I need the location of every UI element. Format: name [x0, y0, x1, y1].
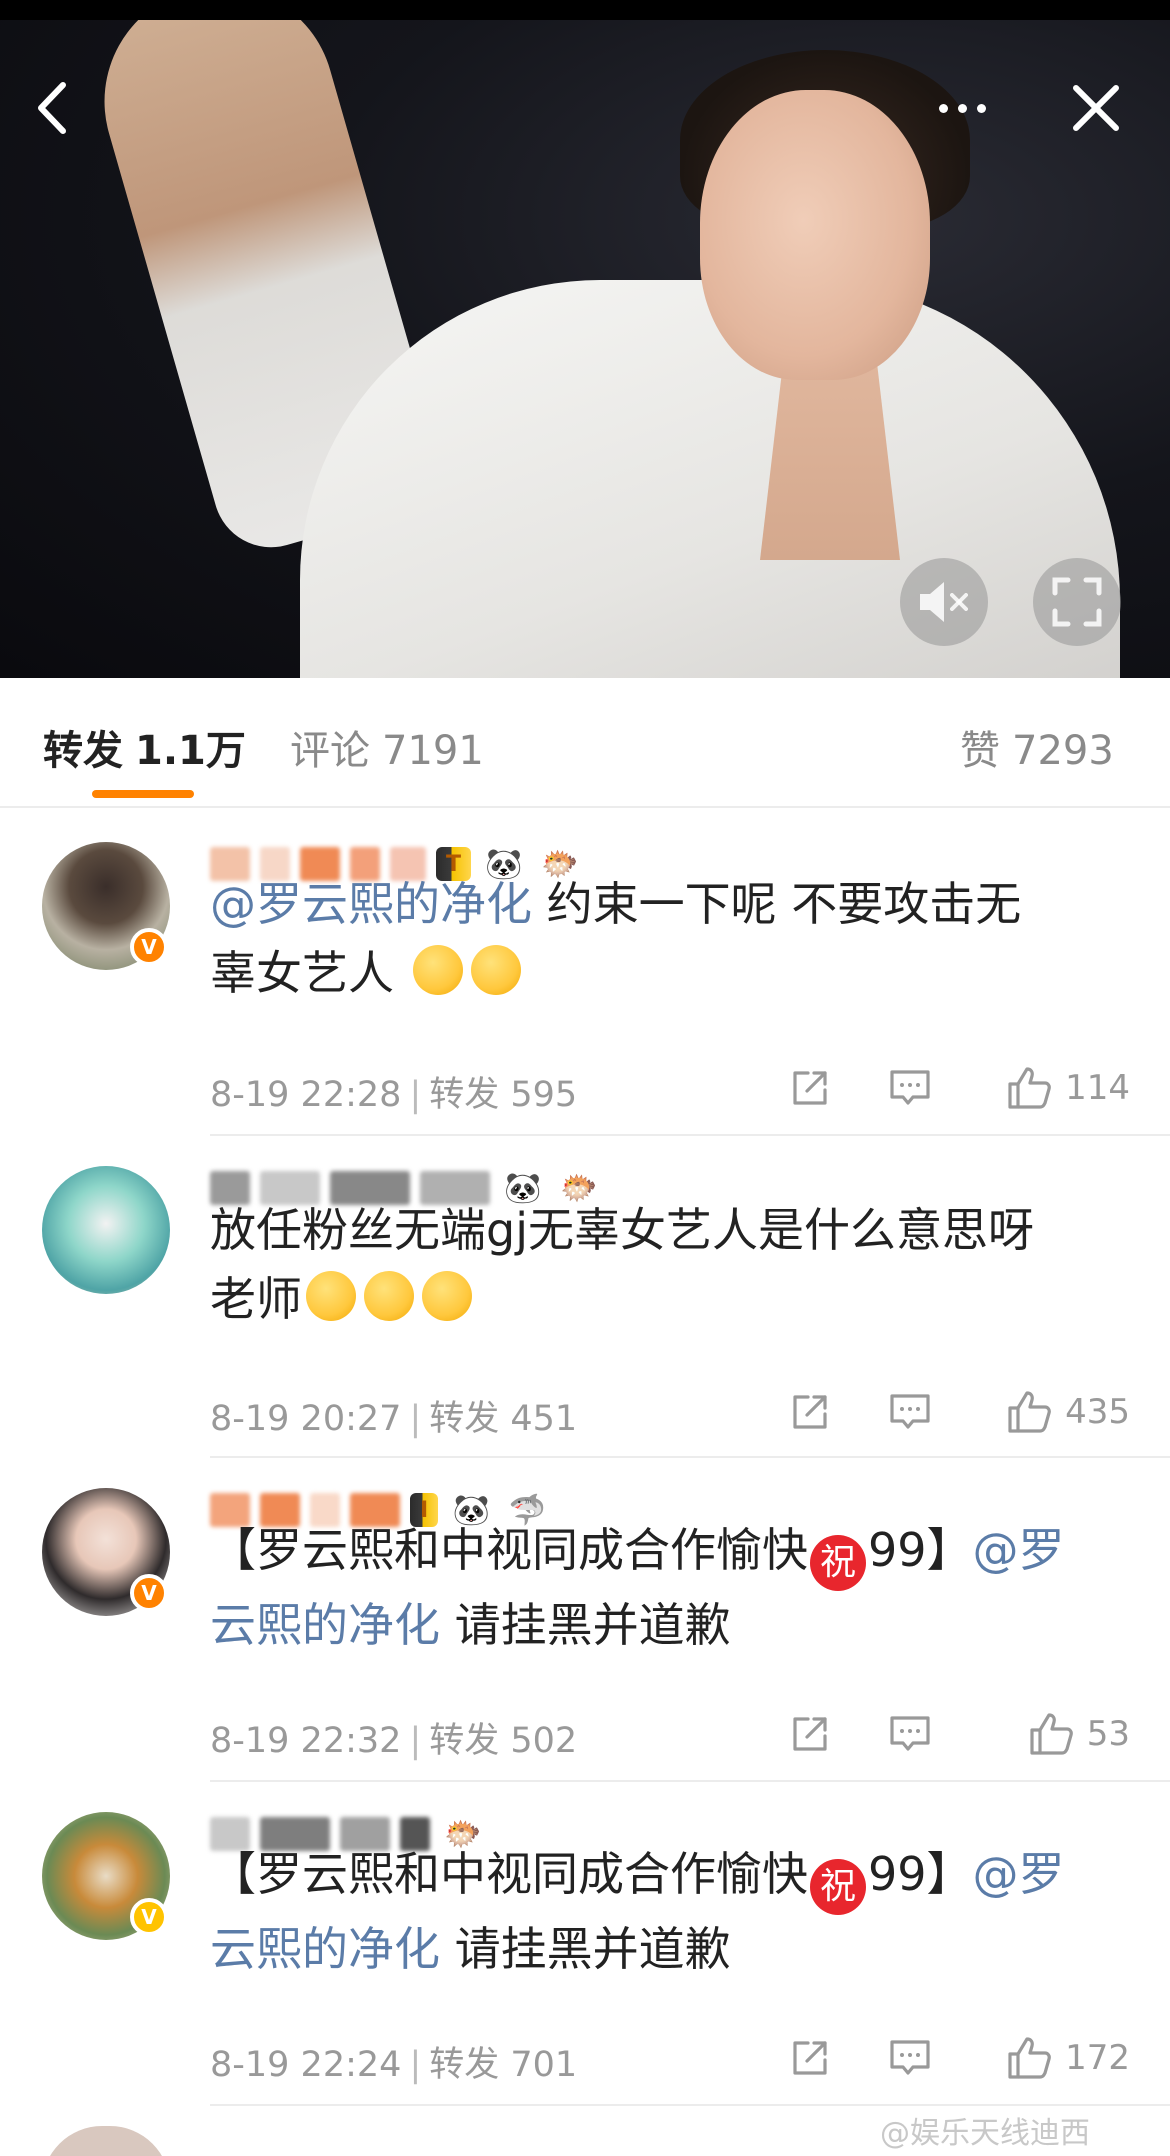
- repost-text: 放任粉丝无端gj无辜女艺人是什么意思呀 老师: [210, 1203, 1034, 1326]
- crying-emoji-icon: [470, 945, 521, 995]
- comment-button[interactable]: [860, 1392, 960, 1432]
- comment-icon: [890, 1070, 930, 1105]
- verified-badge: V: [130, 928, 168, 966]
- repost-text: 【罗云熙和中视同成合作愉快祝 99】@罗 云熙的净化 请挂黑并道歉: [210, 1847, 1065, 1976]
- thumbs-up-icon: [1008, 2037, 1051, 2079]
- zhu-emoji-icon: 祝: [810, 1858, 866, 1915]
- action-bar: 53: [790, 1704, 1130, 1764]
- status-strip: [0, 0, 1170, 20]
- repost-count: 502: [510, 1721, 578, 1761]
- timestamp: 8-19 22:24: [210, 2045, 402, 2085]
- repost-meta: 8-19 22:28 | 转发 595: [210, 1075, 578, 1115]
- shy-emoji-icon: [422, 1271, 472, 1321]
- repost-meta: 8-19 22:24 | 转发 701: [210, 2045, 578, 2085]
- action-bar: 435: [790, 1382, 1130, 1442]
- video-player[interactable]: [0, 20, 1170, 678]
- avatar[interactable]: [42, 2126, 170, 2156]
- like-button[interactable]: 53: [960, 1712, 1130, 1756]
- comment-icon: [890, 1394, 930, 1429]
- mention-link[interactable]: 云熙的净化: [210, 1598, 440, 1652]
- action-bar: 172: [790, 2028, 1130, 2088]
- share-icon: [793, 1071, 827, 1105]
- list-item: V 🐡 【罗云熙和中视同成合作愉快祝 99】@罗 云熙的净化 请挂黑并道歉 8-1…: [0, 1782, 1170, 2106]
- share-icon: [793, 1717, 827, 1751]
- list-item: V T 🐼 🐡 @罗云熙的净化 约束一下呢 不要攻击无 辜女艺人 8-19 22…: [0, 810, 1170, 1136]
- list-item: V I 🐼 🦈 【罗云熙和中视同成合作愉快祝 99】@罗 云熙的净化 请挂黑并道歉…: [0, 1458, 1170, 1782]
- tab-reposts[interactable]: 转发 1.1万: [43, 718, 246, 776]
- share-icon: [793, 1395, 827, 1429]
- repost-meta: 8-19 20:27 | 转发 451: [210, 1399, 578, 1439]
- speaker-muted-icon: [920, 582, 968, 622]
- like-button[interactable]: 114: [960, 1066, 1130, 1110]
- tab-bar: 转发 1.1万 评论 7191 赞 7293: [0, 678, 1170, 808]
- more-dots-icon: [938, 103, 948, 113]
- repost-count: 451: [510, 1399, 578, 1439]
- tab-comments[interactable]: 评论 7191: [290, 718, 484, 776]
- timestamp: 8-19 20:27: [210, 1399, 402, 1439]
- share-button[interactable]: [790, 1392, 860, 1432]
- repost-text: 【罗云熙和中视同成合作愉快祝 99】@罗 云熙的净化 请挂黑并道歉: [210, 1523, 1065, 1652]
- mention-link[interactable]: @罗: [973, 1847, 1065, 1901]
- zhu-emoji-icon: 祝: [810, 1534, 866, 1591]
- tab-comments-count: 7191: [382, 728, 484, 774]
- comment-button[interactable]: [860, 1714, 960, 1754]
- like-count: 172: [1065, 2038, 1130, 2078]
- close-button[interactable]: [1066, 78, 1126, 138]
- more-button[interactable]: [932, 78, 992, 138]
- comment-icon: [890, 2040, 930, 2075]
- tab-likes-label: 赞: [960, 728, 1000, 774]
- thumbs-up-icon: [1008, 1067, 1051, 1109]
- like-count: 114: [1065, 1068, 1130, 1108]
- mention-link[interactable]: @罗: [973, 1523, 1065, 1577]
- shy-emoji-icon: [364, 1271, 414, 1321]
- watermark: @娱乐天线迪西: [880, 2116, 1090, 2151]
- video-frame-shirt: [300, 280, 1120, 678]
- tab-likes[interactable]: 赞 7293: [960, 718, 1114, 776]
- avatar[interactable]: [42, 1166, 170, 1294]
- tab-reposts-label: 转发: [43, 728, 123, 774]
- like-count: 435: [1065, 1392, 1130, 1432]
- like-count: 53: [1086, 1714, 1130, 1754]
- verified-badge: V: [130, 1574, 168, 1612]
- crying-emoji-icon: [412, 945, 463, 995]
- repost-count: 701: [510, 2045, 578, 2085]
- action-bar: 114: [790, 1058, 1130, 1118]
- mention-link[interactable]: 云熙的净化: [210, 1922, 440, 1976]
- back-button[interactable]: [22, 78, 82, 138]
- close-icon: [1073, 85, 1119, 131]
- video-frame-face: [700, 90, 930, 380]
- timestamp: 8-19 22:32: [210, 1721, 402, 1761]
- repost-text: @罗云熙的净化 约束一下呢 不要攻击无 辜女艺人: [210, 877, 1022, 1000]
- share-icon: [793, 2041, 827, 2075]
- thumbs-up-icon: [1008, 1391, 1051, 1433]
- active-tab-indicator: [92, 790, 194, 798]
- repost-meta: 8-19 22:32 | 转发 502: [210, 1721, 578, 1761]
- chevron-left-icon: [38, 82, 66, 134]
- tab-likes-count: 7293: [1012, 728, 1114, 774]
- comment-button[interactable]: [860, 1068, 960, 1108]
- verified-badge: V: [130, 1898, 168, 1936]
- divider: [210, 2104, 1170, 2106]
- timestamp: 8-19 22:28: [210, 1075, 402, 1115]
- shy-emoji-icon: [306, 1271, 356, 1321]
- mute-button[interactable]: [900, 558, 988, 646]
- like-button[interactable]: 435: [960, 1390, 1130, 1434]
- list-item: 🐼 🐡 放任粉丝无端gj无辜女艺人是什么意思呀 老师 8-19 20:27 | 转发…: [0, 1136, 1170, 1458]
- comment-button[interactable]: [860, 2038, 960, 2078]
- share-button[interactable]: [790, 2038, 860, 2078]
- comment-icon: [890, 1716, 930, 1751]
- fullscreen-icon: [1052, 577, 1102, 627]
- fullscreen-button[interactable]: [1033, 558, 1121, 646]
- repost-count: 595: [510, 1075, 578, 1115]
- like-button[interactable]: 172: [960, 2036, 1130, 2080]
- tab-comments-label: 评论: [290, 728, 370, 774]
- tab-reposts-count: 1.1万: [135, 728, 246, 774]
- thumbs-up-icon: [1030, 1713, 1073, 1755]
- share-button[interactable]: [790, 1068, 860, 1108]
- share-button[interactable]: [790, 1714, 860, 1754]
- mention-link[interactable]: @罗云熙的净化: [210, 877, 532, 931]
